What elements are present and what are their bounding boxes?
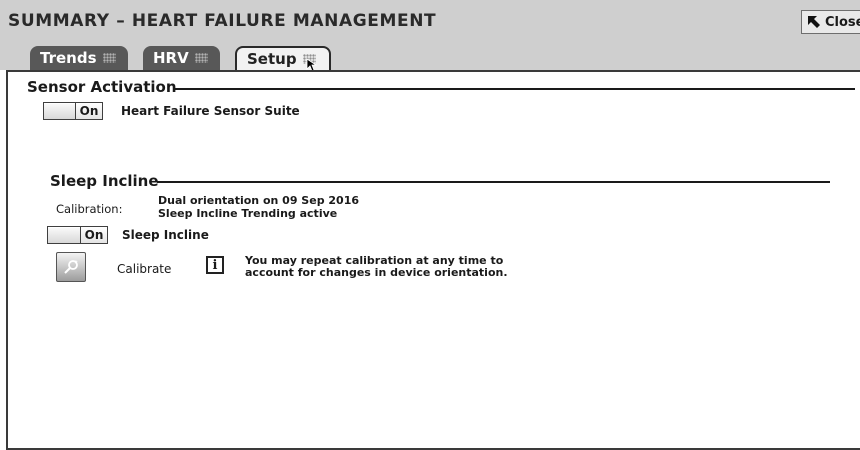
calibrate-label: Calibrate xyxy=(117,262,172,276)
sensor-activation-heading: Sensor Activation xyxy=(27,78,177,96)
info-icon: i xyxy=(206,256,224,274)
sensor-suite-label: Heart Failure Sensor Suite xyxy=(121,104,300,118)
sleep-incline-heading: Sleep Incline xyxy=(50,172,159,190)
calibration-info-line2: account for changes in device orientatio… xyxy=(245,266,508,279)
tab-hrv-label: HRV xyxy=(153,49,189,67)
close-button[interactable]: Close xyxy=(801,10,860,34)
magnifier-wand-icon xyxy=(64,260,78,274)
window-titlebar: SUMMARY – HEART FAILURE MANAGEMENT Close xyxy=(0,0,860,40)
toggle-state: On xyxy=(80,226,108,244)
tab-strip: Trends HRV Setup xyxy=(0,40,860,70)
calibration-status-line2: Sleep Incline Trending active xyxy=(158,207,338,220)
tab-trends-label: Trends xyxy=(40,49,97,67)
tab-trends[interactable]: Trends xyxy=(30,46,128,70)
calibrate-button[interactable] xyxy=(56,252,86,282)
toggle-state: On xyxy=(75,102,103,120)
sleep-incline-label: Sleep Incline xyxy=(122,228,209,242)
tab-setup-label: Setup xyxy=(247,50,297,68)
arrow-up-left-icon xyxy=(808,16,820,28)
grip-icon xyxy=(102,53,116,63)
calibration-status-line1: Dual orientation on 09 Sep 2016 xyxy=(158,194,360,207)
window-title: SUMMARY – HEART FAILURE MANAGEMENT xyxy=(8,11,437,31)
sleep-incline-toggle[interactable]: On xyxy=(47,226,108,244)
calibration-label: Calibration: xyxy=(56,202,123,216)
tab-hrv[interactable]: HRV xyxy=(143,46,220,70)
grip-icon xyxy=(194,53,208,63)
section-divider xyxy=(157,181,830,183)
section-divider xyxy=(173,88,855,90)
sensor-suite-toggle[interactable]: On xyxy=(43,102,103,120)
close-button-label: Close xyxy=(825,14,860,30)
